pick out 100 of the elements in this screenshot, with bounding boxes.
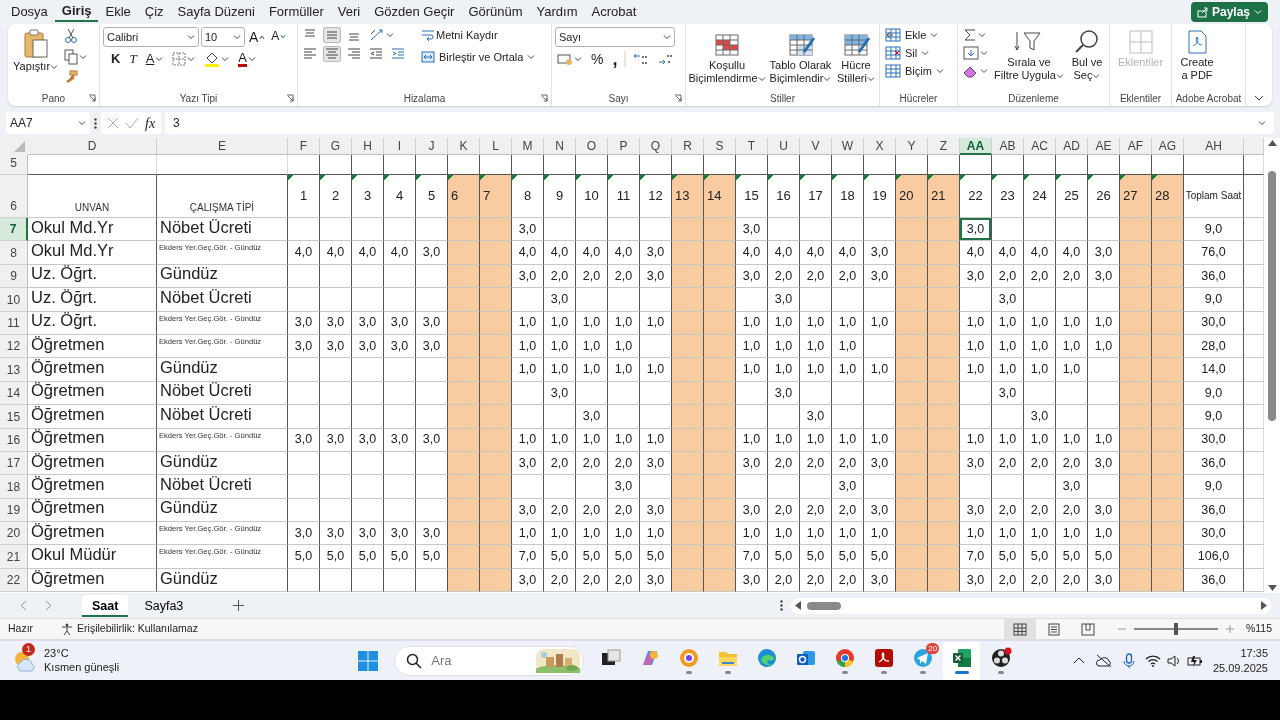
speaker-icon[interactable] — [1166, 654, 1181, 667]
dialog-launcher-icon[interactable] — [674, 94, 682, 102]
dialog-launcher-icon[interactable] — [88, 94, 96, 102]
scroll-left-icon[interactable] — [795, 601, 802, 610]
paste-button[interactable]: Yapıştır — [11, 27, 61, 75]
row-header[interactable]: 20 — [0, 522, 28, 546]
comma-style-button[interactable]: , — [610, 51, 620, 68]
more-options-icon[interactable] — [94, 117, 97, 129]
scroll-right-icon[interactable] — [1261, 601, 1268, 610]
column-header[interactable]: AG — [1152, 138, 1184, 155]
fill-button[interactable] — [961, 45, 990, 61]
row-header[interactable]: 8 — [0, 241, 28, 265]
row-header[interactable]: 13 — [0, 358, 28, 382]
row-header[interactable]: 5 — [0, 155, 28, 175]
menu-tab[interactable]: Giriş — [54, 2, 99, 22]
column-header[interactable]: Q — [640, 138, 672, 155]
column-header[interactable]: AB — [992, 138, 1024, 155]
column-header[interactable]: G — [320, 138, 352, 155]
previous-sheet-icon[interactable] — [20, 600, 27, 611]
menu-tab[interactable]: Veri — [330, 2, 368, 22]
column-header[interactable]: L — [480, 138, 512, 155]
column-header[interactable]: AE — [1088, 138, 1120, 155]
row-header[interactable]: 14 — [0, 381, 28, 406]
collapse-ribbon-icon[interactable] — [1254, 95, 1264, 102]
more-options-icon[interactable] — [780, 600, 784, 611]
menu-tab[interactable]: Görünüm — [461, 2, 530, 22]
wrap-text-button[interactable]: Metni Kaydır — [419, 27, 538, 43]
grow-font-button[interactable]: A — [247, 27, 268, 47]
column-header[interactable]: AD — [1056, 138, 1088, 155]
font-name-dropdown[interactable]: Calibri — [103, 27, 199, 47]
column-header[interactable]: H — [352, 138, 384, 155]
column-header[interactable]: S — [704, 138, 736, 155]
column-header[interactable]: F — [288, 138, 320, 155]
wifi-icon[interactable] — [1144, 654, 1161, 667]
row-header[interactable]: 22 — [0, 568, 28, 593]
accessibility-status[interactable]: Erişilebilirlik: Kullanılamaz — [77, 621, 198, 637]
row-header[interactable]: 17 — [0, 451, 28, 476]
menu-tab[interactable]: Çiz — [137, 2, 171, 22]
format-as-table-button[interactable]: Tablo Olarak Biçimlendir — [767, 30, 834, 87]
menu-tab[interactable]: Gözden Geçir — [367, 2, 462, 22]
column-header[interactable]: D — [28, 138, 157, 155]
conditional-formatting-button[interactable]: Koşullu Biçimlendirme — [689, 30, 765, 87]
bold-button[interactable]: K — [109, 50, 123, 68]
dialog-launcher-icon[interactable] — [286, 94, 294, 102]
row-header[interactable]: 21 — [0, 545, 28, 569]
format-cells-button[interactable]: Biçim — [883, 63, 946, 79]
column-header[interactable]: AC — [1024, 138, 1056, 155]
row-header[interactable]: 15 — [0, 405, 28, 429]
name-box[interactable]: AA7 — [6, 112, 90, 134]
taskbar-app[interactable]: 20 — [904, 641, 942, 680]
row-header[interactable]: 9 — [0, 264, 28, 289]
align-left-button[interactable] — [301, 46, 319, 62]
column-header[interactable]: AA — [960, 138, 992, 155]
align-center-button[interactable] — [323, 46, 341, 62]
percent-button[interactable]: % — [589, 50, 606, 69]
column-header[interactable]: K — [448, 138, 480, 155]
temperature[interactable]: 23°C — [44, 647, 120, 661]
menu-tab[interactable]: Sayfa Düzeni — [170, 2, 262, 22]
column-header[interactable]: M — [512, 138, 544, 155]
scroll-thumb[interactable] — [807, 601, 842, 610]
accounting-format-button[interactable] — [555, 51, 584, 68]
number-format-dropdown[interactable]: Sayı — [555, 27, 675, 47]
column-header[interactable]: R — [672, 138, 704, 155]
insert-function-button[interactable]: fx — [145, 112, 156, 134]
cancel-icon[interactable] — [107, 117, 119, 129]
battery-icon[interactable] — [1186, 653, 1203, 668]
row-header[interactable]: 7 — [0, 218, 28, 242]
column-header[interactable]: T — [736, 138, 768, 155]
underline-button[interactable]: A — [143, 50, 166, 68]
column-header[interactable]: J — [416, 138, 448, 155]
scroll-thumb[interactable] — [1268, 170, 1276, 421]
sheet-tab[interactable]: Sayfa3 — [134, 594, 194, 617]
align-right-button[interactable] — [345, 46, 363, 62]
column-header[interactable]: E — [157, 138, 288, 155]
menu-tab[interactable]: Acrobat — [584, 2, 644, 22]
zoom-level[interactable]: %115 — [1245, 621, 1272, 637]
row-header[interactable]: 12 — [0, 334, 28, 359]
column-header[interactable]: N — [544, 138, 576, 155]
chevron-up-icon[interactable] — [1072, 657, 1085, 664]
add-sheet-icon[interactable] — [233, 600, 245, 611]
column-header[interactable]: Z — [928, 138, 960, 155]
menu-tab[interactable]: Ekle — [98, 2, 138, 22]
font-size-dropdown[interactable]: 10 — [201, 27, 245, 47]
find-select-button[interactable]: Bul ve Seç — [1067, 27, 1106, 84]
italic-button[interactable]: T — [127, 50, 139, 68]
font-color-button[interactable]: A — [236, 50, 258, 68]
column-header[interactable]: O — [576, 138, 608, 155]
menu-tab[interactable]: Yardım — [529, 2, 585, 22]
scroll-up-icon[interactable] — [1267, 140, 1277, 146]
normal-view-button[interactable] — [1003, 619, 1036, 639]
clock-time[interactable]: 17:35 — [1212, 645, 1268, 661]
cloud-off-icon[interactable] — [1094, 653, 1113, 668]
row-header[interactable]: 16 — [0, 428, 28, 452]
taskbar-app[interactable] — [943, 641, 981, 680]
merge-center-button[interactable]: Birleştir ve Ortala — [419, 49, 538, 65]
cell-styles-button[interactable]: Hücre Stilleri — [836, 30, 876, 87]
column-header[interactable]: X — [864, 138, 896, 155]
row-header[interactable]: 6 — [0, 175, 28, 218]
align-middle-button[interactable] — [323, 27, 341, 43]
scroll-down-icon[interactable] — [1267, 585, 1277, 591]
